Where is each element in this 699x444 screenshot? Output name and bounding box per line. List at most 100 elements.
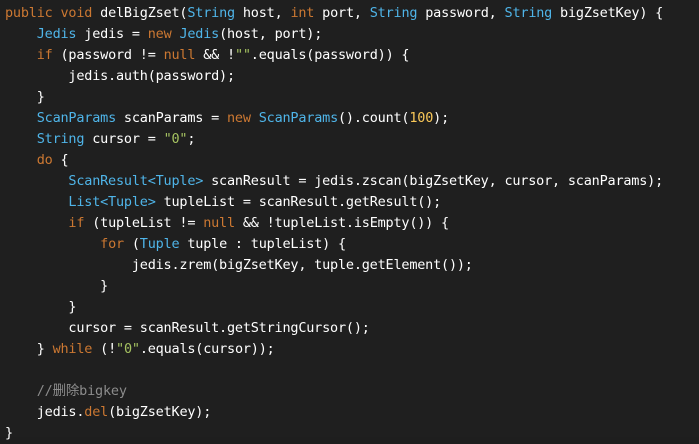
- code-line: cursor = scanResult.getStringCursor();: [5, 318, 699, 339]
- code-token: jedis.auth(password);: [68, 68, 235, 84]
- code-token: bigZsetKey) {: [552, 5, 664, 21]
- code-token: (tupleList !=: [84, 215, 204, 231]
- type-token: String: [504, 5, 553, 21]
- code-token: tupleList = scanResult.getResult();: [155, 194, 442, 210]
- code-token: );: [433, 110, 450, 126]
- keyword-token: while: [52, 341, 93, 357]
- keyword-token: do: [36, 152, 53, 168]
- code-line: List<Tuple> tupleList = scanResult.getRe…: [5, 192, 699, 213]
- code-line: }: [5, 423, 699, 444]
- code-line: Jedis jedis = new Jedis(host, port);: [5, 24, 699, 45]
- type-token: Jedis: [36, 26, 77, 42]
- code-line: ScanParams scanParams = new ScanParams()…: [5, 108, 699, 129]
- keyword-token: new: [227, 110, 259, 126]
- code-line: if (password != null && !"".equals(passw…: [5, 45, 699, 66]
- code-line: //删除bigkey: [5, 381, 699, 402]
- string-literal: "0": [163, 131, 188, 147]
- code-line: public void delBigZset(String host, int …: [5, 3, 699, 24]
- type-token: String: [187, 5, 235, 21]
- code-token: jedis =: [76, 26, 148, 42]
- code-token: }: [5, 425, 13, 441]
- code-token: && !tupleList.isEmpty()) {: [234, 215, 449, 231]
- code-token: cursor =: [84, 131, 164, 147]
- code-token: .equals(password)) {: [250, 47, 410, 63]
- type-token: Jedis: [179, 26, 220, 42]
- code-line: } while (!"0".equals(cursor));: [5, 339, 699, 360]
- code-token: jedis.zrem(bigZsetKey, tuple.getElement(…: [131, 257, 473, 273]
- code-token: (!: [92, 341, 117, 357]
- string-literal: "": [234, 47, 251, 63]
- code-token: }: [36, 89, 45, 105]
- keyword-token: if: [68, 215, 85, 231]
- code-token: (host, port);: [219, 26, 323, 42]
- code-line: ScanResult<Tuple> scanResult = jedis.zsc…: [5, 171, 699, 192]
- code-line: }: [5, 87, 699, 108]
- code-line: jedis.zrem(bigZsetKey, tuple.getElement(…: [5, 255, 699, 276]
- code-line: String cursor = "0";: [5, 129, 699, 150]
- code-token: ().count(: [338, 110, 410, 126]
- code-line: jedis.auth(password);: [5, 66, 699, 87]
- keyword-token: null: [203, 215, 235, 231]
- code-line: }: [5, 297, 699, 318]
- code-token: port,: [314, 5, 370, 21]
- code-line: if (tupleList != null && !tupleList.isEm…: [5, 213, 699, 234]
- keyword-token: if: [36, 47, 53, 63]
- code-token: (password !=: [52, 47, 164, 63]
- type-token: List<Tuple>: [68, 194, 156, 210]
- number-literal: 100: [409, 110, 434, 126]
- type-token: ScanParams: [258, 110, 338, 126]
- code-token: }: [36, 341, 53, 357]
- code-token: tuple : tupleList) {: [179, 236, 346, 252]
- keyword-token: del: [84, 404, 109, 420]
- code-token: (: [123, 236, 140, 252]
- code-token: jedis.: [36, 404, 85, 420]
- comment-token: //删除bigkey: [36, 383, 127, 399]
- code-line: }: [5, 276, 699, 297]
- code-token: }: [100, 278, 109, 294]
- code-line: do {: [5, 150, 699, 171]
- code-token: (bigZsetKey);: [108, 404, 212, 420]
- keyword-token: new: [147, 26, 180, 42]
- code-token: scanResult = jedis.zscan(bigZsetKey, cur…: [203, 173, 664, 189]
- type-token: ScanParams: [36, 110, 116, 126]
- code-token: .equals(cursor));: [139, 341, 275, 357]
- type-token: Tuple: [139, 236, 180, 252]
- code-line: jedis.del(bigZsetKey);: [5, 402, 699, 423]
- code-token: }: [68, 299, 77, 315]
- type-token: String: [369, 5, 418, 21]
- type-token: String: [36, 131, 85, 147]
- string-literal: "0": [116, 341, 140, 357]
- code-token: cursor = scanResult.getStringCursor();: [68, 320, 370, 336]
- code-block: public void delBigZset(String host, int …: [5, 3, 699, 444]
- code-token: password,: [417, 5, 505, 21]
- code-token: delBigZset(: [100, 5, 188, 21]
- keyword-token: public void: [5, 5, 101, 21]
- code-viewer[interactable]: public void delBigZset(String host, int …: [0, 0, 699, 441]
- type-token: ScanResult<Tuple>: [68, 173, 204, 189]
- keyword-token: int: [290, 5, 315, 21]
- code-token: ;: [187, 131, 196, 147]
- code-token: {: [52, 152, 69, 168]
- keyword-token: for: [100, 236, 124, 252]
- code-token: && !: [195, 47, 235, 63]
- code-token: scanParams =: [116, 110, 227, 126]
